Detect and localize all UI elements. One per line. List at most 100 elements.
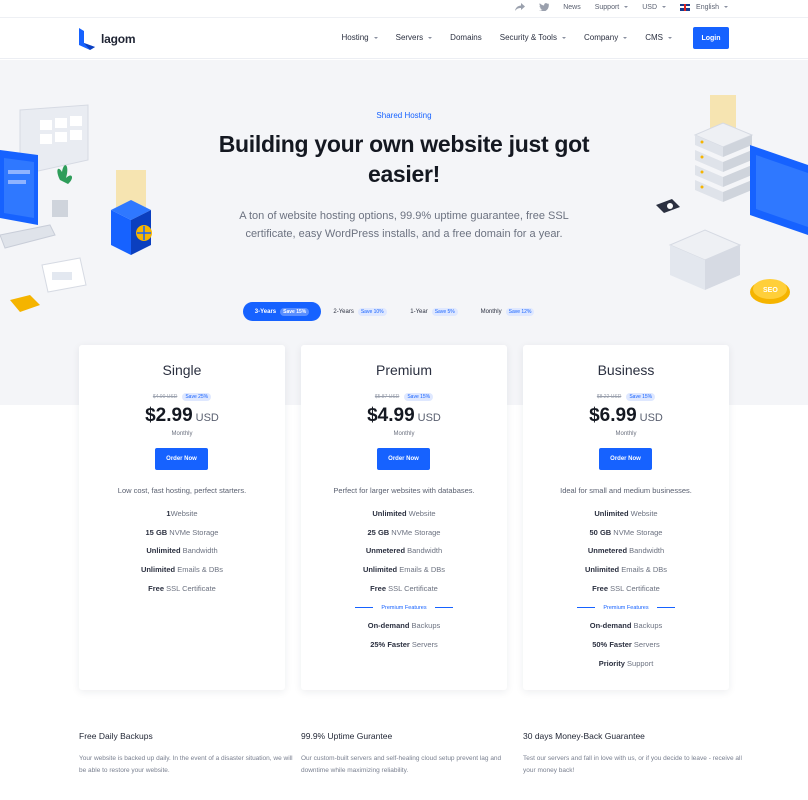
currency-selector[interactable]: USD [642,3,667,11]
plan-period: Monthly [171,431,193,437]
plan-price-row: $2.99 USD [79,405,285,427]
plan-price: $2.99 [145,405,193,426]
save-badge: Save 15% [404,393,434,401]
workstation-illustration [0,104,89,312]
plan-name: Premium [375,362,432,378]
utility-links: News Support USD English [515,3,728,11]
currency-label: USD [642,3,658,11]
order-now-button[interactable]: Order Now [155,448,208,470]
support-menu[interactable]: Support [595,4,629,11]
language-selector[interactable]: English [680,3,728,11]
top-utility-bar: News Support USD English [0,0,808,18]
uk-flag-icon [680,3,691,11]
support-label: Support [594,3,620,11]
hero-tag: Shared Hosting [376,111,432,120]
feature-item: Free SSL Certificate [592,583,660,593]
billing-1-year[interactable]: 1-Year Save 5% [399,302,469,321]
chevron-down-icon [668,36,672,39]
feature-item: 1Website [166,509,198,518]
nav-item-domains[interactable]: Domains [450,33,482,42]
plan-price-row: $4.99 USD [301,405,507,427]
plan-currency: USD [639,412,663,424]
save-badge: Save 25% [182,393,212,401]
nav-item-label: CMS [645,33,663,42]
plan-card-premium: Premium $5.87 USD Save 15% $4.99 USD Mon… [301,345,507,690]
feature-item: Unlimited Website [594,509,658,518]
billing-cycle-switcher: 3-Years Save 15% 2-Years Save 10% 1-Year… [243,302,546,321]
old-price: $5.87 USD [374,394,400,400]
svg-text:SEO: SEO [763,287,778,294]
order-now-button[interactable]: Order Now [599,448,652,470]
feature-item: Free SSL Certificate [370,583,438,593]
plan-features: 1Website 15 GB NVMe Storage Unlimited Ba… [79,505,285,598]
feature-item: On-demand Backups [367,621,441,631]
nav-item-servers[interactable]: Servers [396,33,433,42]
plan-discount-row: $8.22 USD Save 15% [523,393,729,401]
feature-item: Unmetered Bandwidth [587,546,665,556]
plan-features: Unlimited Website 50 GB NVMe Storage Unm… [523,505,729,673]
twitter-icon[interactable] [539,3,550,11]
info-text: Our custom-built servers and self-healin… [301,755,502,774]
billing-label: 3-Years [254,308,277,315]
info-block-backups: Free Daily Backups Your website is backe… [79,731,301,777]
info-text: Your website is backed up daily. In the … [79,755,293,774]
billing-monthly[interactable]: Monthly Save 12% [469,302,546,321]
feature-item: Priority Support [598,658,654,668]
main-navbar: lagom Hosting Servers Domains Security &… [0,19,808,59]
lagom-logo-icon [79,28,95,50]
feature-item: 50% Faster Servers [592,639,660,649]
feature-item: Unlimited Website [372,509,436,518]
billing-label: 1-Year [410,308,428,315]
nav-item-label: Security & Tools [499,33,557,42]
old-price: $8.22 USD [596,394,622,400]
billing-3-years[interactable]: 3-Years Save 15% [243,302,321,321]
plan-discount-row: $5.87 USD Save 15% [301,393,507,401]
feature-item: Unlimited Emails & DBs [584,565,668,575]
nav-item-cms[interactable]: CMS [645,33,672,42]
plan-price-row: $6.99 USD [523,405,729,427]
order-now-button[interactable]: Order Now [377,448,430,470]
hero-subtitle: A ton of website hosting options, 99.9% … [239,210,569,240]
save-badge: Save 15% [280,307,310,316]
plan-currency: USD [417,412,441,424]
chevron-down-icon [724,6,728,8]
feature-item: On-demand Backups [589,621,663,631]
plan-currency: USD [195,412,219,424]
feature-item: Free SSL Certificate [148,583,216,593]
save-badge: Save 10% [357,307,387,316]
logo-text: lagom [101,32,136,46]
feature-item: Unmetered Bandwidth [365,546,443,556]
hero-title: Building your own website just got easie… [218,131,590,187]
nav-item-label: Servers [395,33,424,42]
chevron-down-icon [662,6,667,8]
nav-item-label: Hosting [341,33,369,42]
plan-features: Unlimited Website 25 GB NVMe Storage Unm… [301,505,507,655]
feature-item: 25% Faster Servers [370,639,438,649]
feature-item: Unlimited Emails & DBs [140,565,224,575]
nav-item-hosting[interactable]: Hosting [341,33,378,42]
nav-menu: Hosting Servers Domains Security & Tools… [341,33,672,42]
save-badge: Save 12% [505,307,535,316]
feature-item: Unlimited Emails & DBs [362,565,446,575]
chevron-down-icon [624,6,629,8]
chevron-down-icon [623,36,628,39]
logo[interactable]: lagom [79,28,136,50]
plan-period: Monthly [615,431,637,437]
share-icon[interactable] [515,3,526,11]
nav-item-security-tools[interactable]: Security & Tools [500,33,566,42]
nav-item-company[interactable]: Company [583,33,628,42]
old-price: $4.00 USD [152,394,178,400]
billing-2-years[interactable]: 2-Years Save 10% [321,302,399,321]
save-badge: Save 5% [431,307,458,316]
plan-price: $6.99 [589,405,637,426]
nav-item-label: Company [583,33,619,42]
billing-label: 2-Years [333,308,354,315]
plan-price: $4.99 [367,405,415,426]
info-block-uptime: 99.9% Uptime Gurantee Our custom-built s… [301,731,523,777]
login-button[interactable]: Login [693,27,729,49]
info-title: 30 days Money-Back Guarantee [523,731,645,741]
secure-box-illustration [111,170,152,255]
feature-item: 25 GB NVMe Storage [367,527,441,537]
premium-features-divider: Premium Features [523,598,729,617]
news-link[interactable]: News [563,4,581,11]
